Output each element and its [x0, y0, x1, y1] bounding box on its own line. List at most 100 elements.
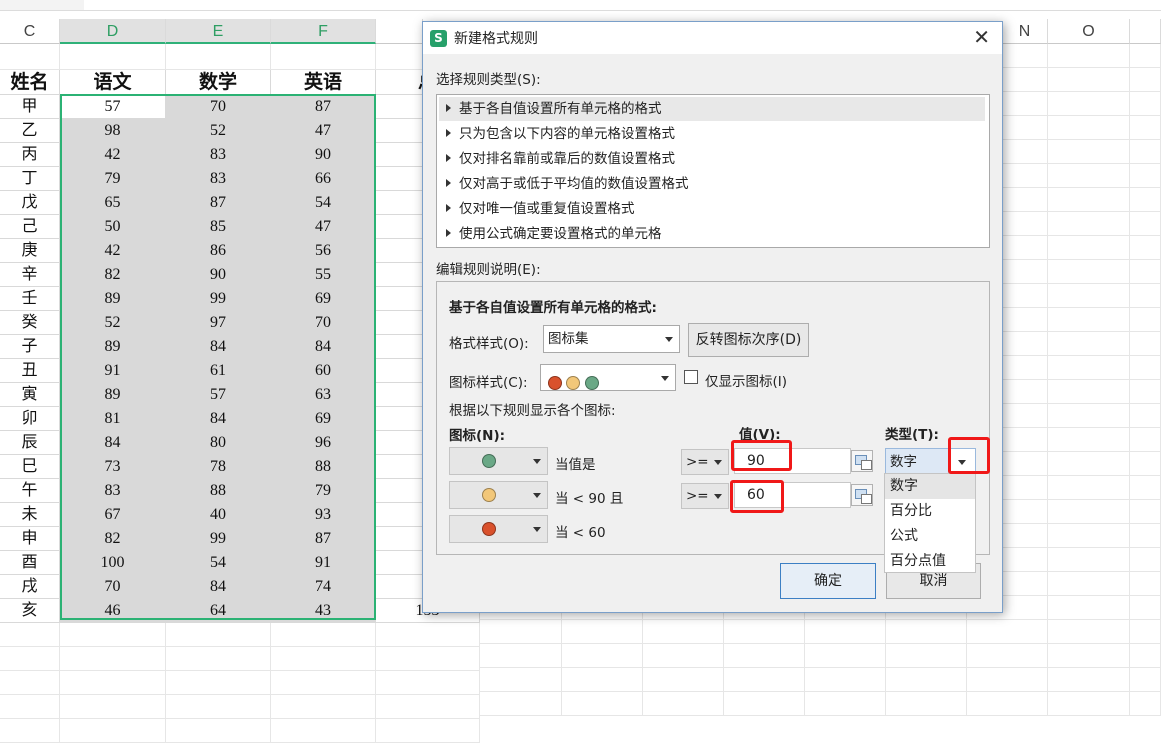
- empty-cell[interactable]: [0, 719, 60, 743]
- empty-cell[interactable]: [1048, 140, 1130, 164]
- header-english[interactable]: 英语: [271, 70, 376, 95]
- rule-type-item[interactable]: 只为包含以下内容的单元格设置格式: [439, 122, 985, 146]
- empty-cell[interactable]: [1048, 428, 1130, 452]
- table-cell-name[interactable]: 癸: [0, 311, 60, 335]
- table-cell-english[interactable]: 74: [271, 575, 376, 599]
- empty-cell[interactable]: [60, 623, 166, 647]
- empty-cell[interactable]: [1130, 332, 1161, 356]
- empty-cell[interactable]: [60, 44, 166, 70]
- table-cell-name[interactable]: 戊: [0, 191, 60, 215]
- header-name[interactable]: 姓名: [0, 70, 60, 95]
- table-cell-chinese[interactable]: 73: [60, 455, 166, 479]
- empty-cell[interactable]: [1130, 284, 1161, 308]
- empty-cell[interactable]: [724, 692, 805, 716]
- rule1-type-select[interactable]: 数字: [885, 448, 976, 475]
- format-style-select[interactable]: 图标集: [543, 325, 680, 353]
- empty-cell[interactable]: [1048, 284, 1130, 308]
- empty-cell[interactable]: [480, 644, 562, 668]
- table-cell-english[interactable]: 91: [271, 551, 376, 575]
- empty-cell[interactable]: [60, 695, 166, 719]
- empty-cell[interactable]: [166, 647, 271, 671]
- table-cell-name[interactable]: 庚: [0, 239, 60, 263]
- empty-cell[interactable]: [724, 620, 805, 644]
- column-header-c[interactable]: C: [0, 19, 60, 44]
- empty-cell[interactable]: [480, 668, 562, 692]
- table-cell-english[interactable]: 47: [271, 119, 376, 143]
- empty-cell[interactable]: [271, 671, 376, 695]
- table-cell-chinese[interactable]: 100: [60, 551, 166, 575]
- table-cell-name[interactable]: 午: [0, 479, 60, 503]
- table-cell-english[interactable]: 88: [271, 455, 376, 479]
- empty-cell[interactable]: [376, 695, 480, 719]
- empty-cell[interactable]: [1048, 620, 1130, 644]
- empty-cell[interactable]: [1048, 572, 1130, 596]
- type-option-percentile[interactable]: 百分点值: [885, 549, 975, 574]
- empty-cell[interactable]: [1130, 188, 1161, 212]
- empty-cell[interactable]: [967, 644, 1048, 668]
- table-cell-name[interactable]: 巳: [0, 455, 60, 479]
- empty-cell[interactable]: [1048, 116, 1130, 140]
- column-header-g[interactable]: [376, 19, 423, 44]
- table-cell-math[interactable]: 83: [166, 143, 271, 167]
- empty-cell[interactable]: [562, 620, 643, 644]
- empty-cell[interactable]: [1048, 92, 1130, 116]
- empty-cell[interactable]: [1130, 356, 1161, 380]
- empty-cell[interactable]: [1048, 236, 1130, 260]
- empty-cell[interactable]: [643, 692, 724, 716]
- empty-cell[interactable]: [1130, 212, 1161, 236]
- empty-cell[interactable]: [1130, 548, 1161, 572]
- empty-cell[interactable]: [1130, 404, 1161, 428]
- table-cell-chinese[interactable]: 84: [60, 431, 166, 455]
- empty-cell[interactable]: [1048, 380, 1130, 404]
- empty-cell[interactable]: [1048, 188, 1130, 212]
- header-chinese[interactable]: 语文: [60, 70, 166, 95]
- empty-cell[interactable]: [0, 44, 60, 70]
- rule1-value-input[interactable]: 90: [734, 448, 851, 474]
- table-cell-chinese[interactable]: 57: [60, 95, 166, 119]
- table-cell-math[interactable]: 40: [166, 503, 271, 527]
- empty-cell[interactable]: [1048, 260, 1130, 284]
- empty-cell[interactable]: [643, 620, 724, 644]
- empty-cell[interactable]: [724, 644, 805, 668]
- empty-cell[interactable]: [0, 671, 60, 695]
- table-cell-chinese[interactable]: 42: [60, 239, 166, 263]
- icon-style-select[interactable]: [540, 364, 676, 391]
- table-cell-english[interactable]: 55: [271, 263, 376, 287]
- empty-cell[interactable]: [886, 644, 967, 668]
- table-cell-math[interactable]: 87: [166, 191, 271, 215]
- empty-cell[interactable]: [271, 44, 376, 70]
- empty-cell[interactable]: [562, 644, 643, 668]
- close-icon[interactable]: ✕: [973, 25, 990, 49]
- table-cell-math[interactable]: 70: [166, 95, 271, 119]
- table-cell-english[interactable]: 87: [271, 95, 376, 119]
- table-cell-chinese[interactable]: 70: [60, 575, 166, 599]
- rule2-operator-select[interactable]: >=: [681, 483, 729, 509]
- empty-cell[interactable]: [1048, 164, 1130, 188]
- table-cell-math[interactable]: 85: [166, 215, 271, 239]
- table-cell-math[interactable]: 86: [166, 239, 271, 263]
- table-cell-chinese[interactable]: 89: [60, 383, 166, 407]
- table-cell-english[interactable]: 87: [271, 527, 376, 551]
- table-cell-name[interactable]: 戌: [0, 575, 60, 599]
- table-cell-math[interactable]: 52: [166, 119, 271, 143]
- table-cell-name[interactable]: 申: [0, 527, 60, 551]
- table-cell-chinese[interactable]: 42: [60, 143, 166, 167]
- table-cell-chinese[interactable]: 67: [60, 503, 166, 527]
- table-cell-name[interactable]: 亥: [0, 599, 60, 623]
- table-cell-math[interactable]: 83: [166, 167, 271, 191]
- table-cell-math[interactable]: 90: [166, 263, 271, 287]
- empty-cell[interactable]: [805, 668, 886, 692]
- rule-type-item[interactable]: 仅对高于或低于平均值的数值设置格式: [439, 172, 985, 196]
- empty-cell[interactable]: [1130, 572, 1161, 596]
- empty-cell[interactable]: [1130, 524, 1161, 548]
- rule-type-item[interactable]: 基于各自值设置所有单元格的格式: [439, 97, 985, 121]
- table-cell-name[interactable]: 辛: [0, 263, 60, 287]
- rule-type-item[interactable]: 使用公式确定要设置格式的单元格: [439, 222, 985, 246]
- empty-cell[interactable]: [967, 668, 1048, 692]
- range-picker-icon[interactable]: [851, 484, 873, 506]
- empty-cell[interactable]: [1048, 44, 1130, 68]
- table-cell-name[interactable]: 甲: [0, 95, 60, 119]
- column-header-p[interactable]: [1130, 19, 1161, 44]
- empty-cell[interactable]: [1130, 380, 1161, 404]
- rule-type-item[interactable]: 仅对排名靠前或靠后的数值设置格式: [439, 147, 985, 171]
